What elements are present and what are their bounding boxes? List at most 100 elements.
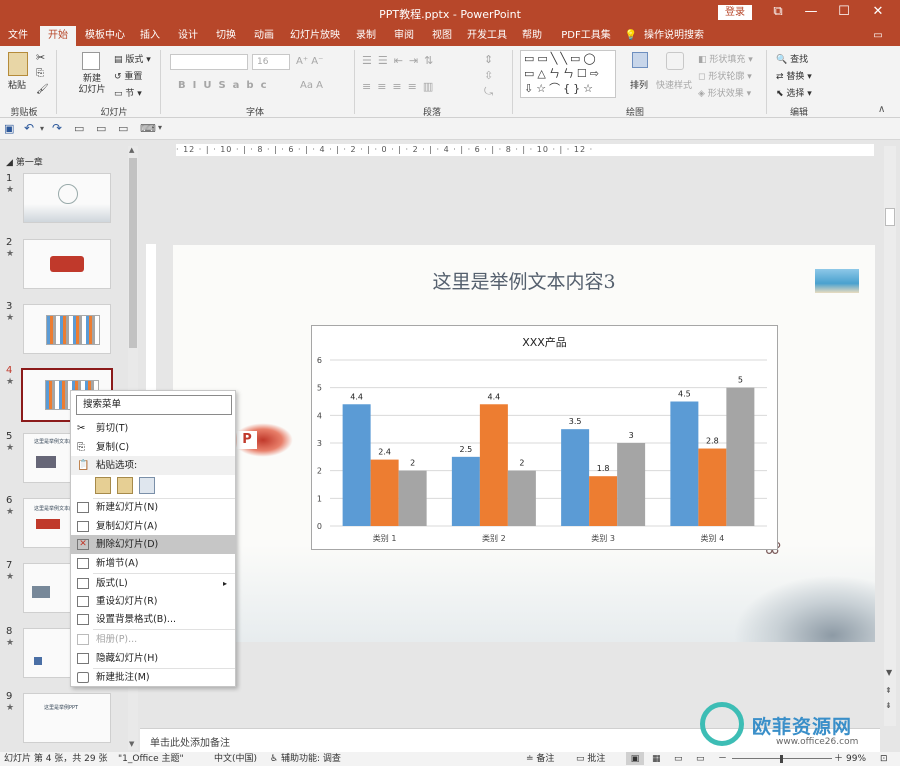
slide-thumbnail-2[interactable] [23, 239, 111, 289]
zoom-slider-thumb[interactable] [780, 755, 783, 763]
menu-item-delete-slide[interactable]: ✕ 删除幻灯片(D) [71, 535, 235, 554]
tab-design[interactable]: 设计 [172, 26, 204, 46]
normal-view-icon[interactable]: ▣ [626, 752, 644, 765]
reset-button[interactable]: ↺ 重置 [114, 69, 142, 82]
tab-help[interactable]: 帮助 [516, 26, 548, 46]
copy-icon[interactable]: ⎘ [36, 68, 44, 79]
tab-pdf-tools[interactable]: PDF工具集 [556, 26, 616, 46]
shape-effects-button[interactable]: ◈ 形状效果 ▾ [698, 86, 751, 99]
paste-button[interactable]: 粘贴 [8, 78, 26, 91]
quick-styles-icon[interactable] [666, 52, 684, 70]
tab-file[interactable]: 文件 [2, 26, 34, 46]
menu-item-cut[interactable]: ✂ 剪切(T) [71, 419, 235, 438]
tab-animations[interactable]: 动画 [248, 26, 280, 46]
scroll-up-icon[interactable]: ▲ [129, 146, 134, 154]
accessibility-button[interactable]: ♿ 辅助功能: 调查 [270, 752, 341, 766]
section-header[interactable]: ◢ 第一章 [6, 155, 43, 168]
find-button[interactable]: 🔍 查找 [776, 52, 808, 65]
slideshow-qat-icon[interactable]: ▭ [118, 122, 128, 135]
customize-qat-icon[interactable]: ▾ [158, 123, 162, 132]
list-buttons[interactable]: ☰☰⇤⇥⇅ [362, 54, 439, 67]
comments-icon[interactable]: ▭ [866, 26, 890, 46]
slide-sorter-icon[interactable]: ▦ [652, 752, 661, 766]
main-scrollbar[interactable]: ▼ ⇞ ⇟ [884, 146, 896, 726]
slide-title[interactable]: 这里是举例文本内容3 [173, 267, 875, 294]
notes-toggle-button[interactable]: ≐ 备注 [526, 752, 554, 766]
layout-button[interactable]: ▤ 版式 ▾ [114, 52, 151, 65]
tab-transitions[interactable]: 切换 [210, 26, 242, 46]
text-direction-icons[interactable]: ⇕ ⇳ ⤿ [484, 52, 493, 100]
scroll-down-icon[interactable]: ▼ [886, 668, 892, 677]
undo-dropdown-icon[interactable]: ▾ [40, 124, 44, 133]
zoom-in-icon[interactable]: ＋ [834, 752, 843, 766]
paste-use-destination-icon[interactable] [95, 477, 111, 494]
beach-image[interactable] [815, 269, 859, 293]
section-button[interactable]: ▭ 节 ▾ [114, 86, 142, 99]
maximize-icon[interactable]: ☐ [828, 0, 860, 26]
menu-item-reset-slide[interactable]: 重设幻灯片(R) [71, 592, 235, 611]
tab-slideshow[interactable]: 幻灯片放映 [286, 26, 344, 46]
grow-font-icon[interactable]: A⁺ A⁻ [296, 56, 323, 67]
arrange-icon[interactable] [632, 52, 648, 68]
minimize-icon[interactable]: — [795, 0, 827, 26]
font-color-icon[interactable]: Aa A [300, 80, 323, 91]
tab-developer[interactable]: 开发工具 [464, 26, 510, 46]
menu-item-new-comment[interactable]: 新建批注(M) [71, 668, 235, 687]
quick-styles-button[interactable]: 快速样式 [656, 78, 692, 91]
tab-home[interactable]: 开始 [40, 26, 76, 46]
shape-outline-button[interactable]: ◻ 形状轮廓 ▾ [698, 69, 752, 82]
shape-fill-button[interactable]: ◧ 形状填充 ▾ [698, 52, 753, 65]
language-indicator[interactable]: 中文(中国) [214, 752, 257, 766]
login-button[interactable]: 登录 [718, 5, 752, 20]
tab-templates[interactable]: 模板中心 [82, 26, 128, 46]
menu-item-add-section[interactable]: 新增节(A) [71, 554, 235, 573]
slideshow-view-icon[interactable]: ▭ [696, 752, 705, 766]
paste-keep-formatting-icon[interactable] [117, 477, 133, 494]
menu-item-hide-slide[interactable]: 隐藏幻灯片(H) [71, 649, 235, 668]
ribbon-display-icon[interactable]: ⧉ [762, 0, 794, 26]
prev-slide-icon[interactable]: ⇞ [885, 686, 892, 695]
slide-thumbnail-1[interactable] [23, 173, 111, 223]
cut-icon[interactable]: ✂ [36, 51, 45, 64]
zoom-level[interactable]: 99% [846, 752, 866, 766]
next-slide-icon[interactable]: ⇟ [885, 701, 892, 710]
menu-item-format-background[interactable]: 设置背景格式(B)... [71, 610, 235, 629]
menu-item-duplicate-slide[interactable]: 复制幻灯片(A) [71, 517, 235, 536]
tab-review[interactable]: 审阅 [388, 26, 420, 46]
chart-frame[interactable]: XXX产品 0 1 2 3 4 5 6 4.4 2.4 2 类别 1 2.5 4.4 2 类别 2 3.5 1.8… [311, 325, 778, 550]
redo-icon[interactable]: ↷ [52, 121, 62, 135]
tab-insert[interactable]: 插入 [134, 26, 166, 46]
select-button[interactable]: ⬉ 选择 ▾ [776, 86, 812, 99]
main-scroll-thumb[interactable] [885, 208, 895, 226]
menu-search-input[interactable]: 搜索菜单 [76, 395, 232, 415]
slide-thumbnail-9[interactable]: 这里是举例PPT [23, 693, 111, 743]
replace-button[interactable]: ⇄ 替换 ▾ [776, 69, 812, 82]
font-size-input[interactable]: 16 [252, 54, 290, 70]
tab-view[interactable]: 视图 [426, 26, 458, 46]
touch-mode-icon[interactable]: ⌨ [140, 122, 156, 135]
present-icon[interactable]: ▭ [74, 122, 84, 135]
fit-to-window-icon[interactable]: ⊡ [880, 752, 888, 766]
slide-canvas[interactable]: ❀ P 这里是举例文本内容3 XXX产品01234564.42.42类别 12.… [173, 245, 875, 642]
scroll-thumb[interactable] [129, 158, 137, 348]
undo-icon[interactable]: ↶ [24, 121, 34, 135]
zoom-out-icon[interactable]: － [718, 752, 727, 766]
menu-item-layout[interactable]: 版式(L) ▸ [71, 574, 235, 593]
format-painter-icon[interactable]: 🖌 [36, 84, 49, 95]
tab-record[interactable]: 录制 [350, 26, 382, 46]
comments-toggle-button[interactable]: ▭ 批注 [576, 752, 605, 766]
shapes-gallery[interactable]: ▭▭╲╲▭◯ ▭△ㄣㄣ☐⇨ ⇩☆⌒{}☆ [520, 50, 616, 98]
paste-icon[interactable] [8, 52, 28, 76]
scroll-down-icon[interactable]: ▼ [129, 740, 134, 748]
font-name-input[interactable] [170, 54, 248, 70]
close-icon[interactable]: ✕ [862, 0, 894, 26]
new-slide-qat-icon[interactable]: ▭ [96, 122, 106, 135]
paste-picture-icon[interactable] [139, 477, 155, 494]
collapse-ribbon-icon[interactable]: ∧ [878, 104, 885, 115]
slide-thumbnail-3[interactable] [23, 304, 111, 354]
menu-item-new-slide[interactable]: 新建幻灯片(N) [71, 498, 235, 517]
align-buttons[interactable]: ≡≡≡≡▥ [362, 80, 439, 93]
arrange-button[interactable]: 排列 [630, 78, 648, 91]
font-format-buttons[interactable]: BIUSabc [178, 80, 274, 91]
reading-view-icon[interactable]: ▭ [674, 752, 683, 766]
